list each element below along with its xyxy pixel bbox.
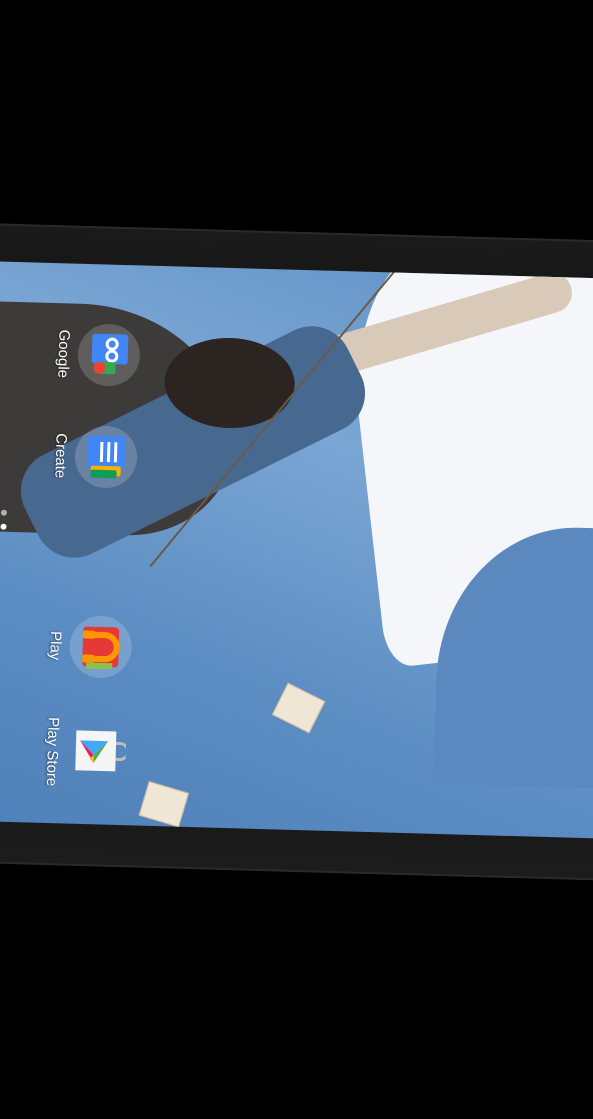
app-play[interactable]: Play bbox=[45, 585, 133, 707]
app-label: Play bbox=[46, 630, 65, 661]
play-folder-icon bbox=[68, 615, 133, 679]
create-folder-icon bbox=[74, 425, 138, 489]
app-create[interactable]: Create bbox=[50, 396, 138, 518]
home-screen: Google Create Play Play Store bbox=[0, 260, 593, 840]
wallpaper-flag bbox=[271, 682, 326, 734]
play-store-icon bbox=[66, 721, 130, 785]
app-label: Play Store bbox=[42, 716, 62, 787]
app-label: Create bbox=[51, 433, 70, 479]
wallpaper-flag bbox=[138, 781, 190, 828]
google-folder-icon bbox=[77, 323, 141, 387]
app-play-store[interactable]: Play Store bbox=[42, 691, 130, 813]
